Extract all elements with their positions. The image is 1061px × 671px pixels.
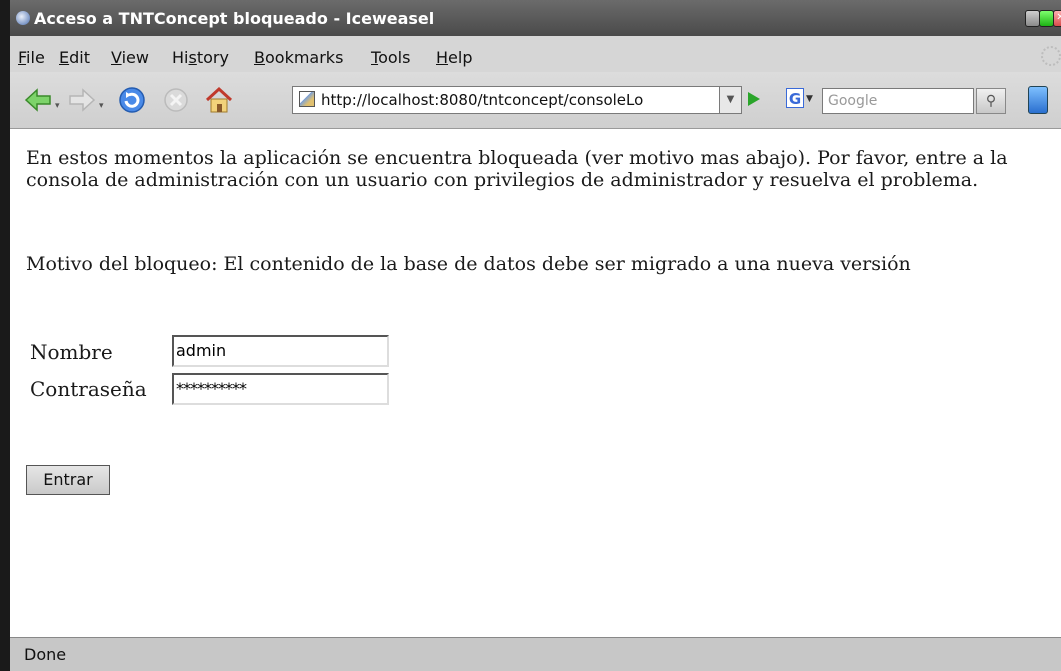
page-content: En estos momentos la aplicación se encue… xyxy=(10,129,1061,637)
throbber-icon xyxy=(1041,46,1061,66)
search-icon[interactable]: ⚲ xyxy=(976,88,1006,114)
go-icon[interactable] xyxy=(748,92,760,106)
blocked-message: En estos momentos la aplicación se encue… xyxy=(26,147,1008,191)
bookmark-icon[interactable] xyxy=(1028,86,1048,114)
status-bar: Done xyxy=(10,637,1061,671)
minimize-button[interactable] xyxy=(1025,10,1040,27)
search-engine-icon[interactable]: G xyxy=(786,88,804,108)
navigation-toolbar: ▾ ▾ http://localhost:8080/tntconcept/con… xyxy=(10,72,1061,129)
block-reason: Motivo del bloqueo: El contenido de la b… xyxy=(26,253,911,275)
status-text: Done xyxy=(24,645,67,664)
menu-bar: File Edit View History Bookmarks Tools H… xyxy=(10,36,1061,72)
menu-file[interactable]: File xyxy=(18,48,45,67)
window-title: Acceso a TNTConcept bloqueado - Icewease… xyxy=(34,9,435,28)
menu-view[interactable]: View xyxy=(111,48,149,67)
title-bar[interactable]: Acceso a TNTConcept bloqueado - Icewease… xyxy=(10,0,1061,36)
menu-help[interactable]: Help xyxy=(436,48,472,67)
url-history-dropdown-icon[interactable]: ▼ xyxy=(720,86,742,114)
menu-tools[interactable]: Tools xyxy=(371,48,410,67)
page-favicon-icon xyxy=(299,91,315,107)
name-field[interactable]: admin xyxy=(172,335,389,367)
url-input[interactable]: http://localhost:8080/tntconcept/console… xyxy=(292,86,720,114)
password-label: Contraseña xyxy=(30,377,147,401)
maximize-button[interactable] xyxy=(1039,10,1054,27)
menu-edit[interactable]: Edit xyxy=(59,48,90,67)
submit-button[interactable]: Entrar xyxy=(26,465,110,495)
stop-icon[interactable] xyxy=(162,86,190,114)
url-text: http://localhost:8080/tntconcept/console… xyxy=(321,91,644,109)
browser-window: Acceso a TNTConcept bloqueado - Icewease… xyxy=(10,0,1061,671)
back-icon[interactable] xyxy=(24,86,52,114)
forward-history-dropdown-icon[interactable]: ▾ xyxy=(99,101,104,111)
reload-icon[interactable] xyxy=(118,86,146,114)
forward-icon[interactable] xyxy=(68,86,96,114)
search-input[interactable]: Google xyxy=(822,88,974,114)
password-field[interactable]: ********** xyxy=(172,373,389,405)
back-history-dropdown-icon[interactable]: ▾ xyxy=(55,101,60,111)
home-icon[interactable] xyxy=(204,86,234,114)
name-label: Nombre xyxy=(30,340,113,364)
search-engine-dropdown-icon[interactable]: ▼ xyxy=(806,94,813,104)
close-button[interactable]: ✕ xyxy=(1053,10,1061,27)
menu-bookmarks[interactable]: Bookmarks xyxy=(254,48,343,67)
iceweasel-app-icon xyxy=(16,11,30,25)
menu-history[interactable]: History xyxy=(172,48,229,67)
